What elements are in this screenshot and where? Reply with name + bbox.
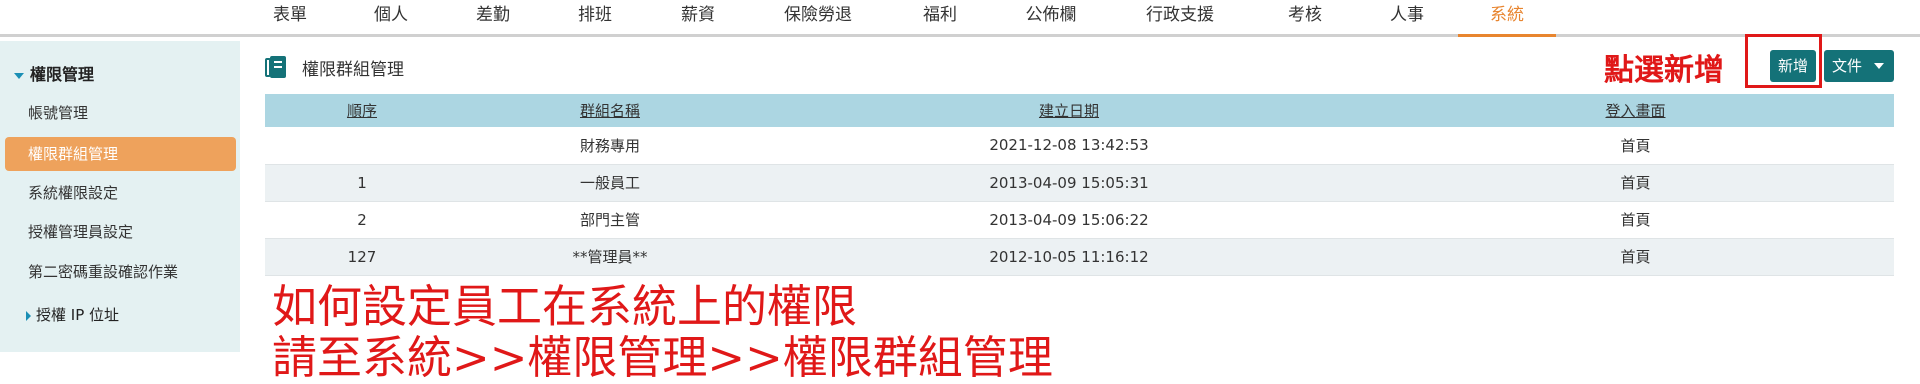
cell-order xyxy=(265,127,459,165)
nav-item-shift[interactable]: 排班 xyxy=(573,0,617,34)
column-header-group-name[interactable]: 群組名稱 xyxy=(459,94,761,127)
sidebar-section-permission[interactable]: 權限管理 xyxy=(14,61,94,85)
page-title: 權限群組管理 xyxy=(302,60,404,80)
nav-item-welfare[interactable]: 福利 xyxy=(918,0,962,34)
sidebar-item-accounts[interactable]: 帳號管理 xyxy=(0,96,240,130)
sidebar-item-permission-groups[interactable]: 權限群組管理 xyxy=(5,137,236,171)
cell-group-name: 財務專用 xyxy=(459,127,761,165)
cell-created-date: 2013-04-09 15:06:22 xyxy=(761,201,1377,239)
table-row[interactable]: 1 一般員工 2013-04-09 15:05:31 首頁 xyxy=(265,164,1894,202)
permission-groups-table: 順序 群組名稱 建立日期 登入畫面 財務專用 2021-12-08 13:42:… xyxy=(265,94,1894,276)
annotation-instruction-line1: 如何設定員工在系統上的權限 xyxy=(272,280,858,333)
sidebar: 權限管理 帳號管理 權限群組管理 系統權限設定 授權管理員設定 第二密碼重設確認… xyxy=(0,41,240,352)
cell-order: 127 xyxy=(265,238,459,276)
column-header-created-date[interactable]: 建立日期 xyxy=(761,94,1377,127)
nav-item-insurance[interactable]: 保險勞退 xyxy=(778,0,858,34)
cell-created-date: 2012-10-05 11:16:12 xyxy=(761,238,1377,276)
nav-item-salary[interactable]: 薪資 xyxy=(676,0,720,34)
cell-login-page: 首頁 xyxy=(1377,164,1894,202)
cell-group-name: 一般員工 xyxy=(459,164,761,202)
document-button-label: 文件 xyxy=(1832,57,1863,75)
caret-down-icon xyxy=(14,72,24,79)
sidebar-item-system-permissions[interactable]: 系統權限設定 xyxy=(0,176,240,210)
column-header-order[interactable]: 順序 xyxy=(265,94,459,127)
nav-item-system[interactable]: 系統 xyxy=(1485,0,1529,34)
table-row[interactable]: 財務專用 2021-12-08 13:42:53 首頁 xyxy=(265,127,1894,165)
cell-created-date: 2021-12-08 13:42:53 xyxy=(761,127,1377,165)
table-row[interactable]: 127 **管理員** 2012-10-05 11:16:12 首頁 xyxy=(265,238,1894,276)
sidebar-item-admin-settings[interactable]: 授權管理員設定 xyxy=(0,215,240,249)
nav-item-personal[interactable]: 個人 xyxy=(369,0,413,34)
nav-item-admin-support[interactable]: 行政支援 xyxy=(1140,0,1220,34)
cell-order: 2 xyxy=(265,201,459,239)
sidebar-section-label: 權限管理 xyxy=(30,65,95,84)
sidebar-item-ip[interactable]: 授權 IP 位址 xyxy=(26,304,119,325)
cell-group-name: **管理員** xyxy=(459,238,761,276)
nav-item-evaluation[interactable]: 考核 xyxy=(1283,0,1327,34)
cell-created-date: 2013-04-09 15:05:31 xyxy=(761,164,1377,202)
cell-login-page: 首頁 xyxy=(1377,127,1894,165)
column-header-login-page[interactable]: 登入畫面 xyxy=(1377,94,1894,127)
table-row[interactable]: 2 部門主管 2013-04-09 15:06:22 首頁 xyxy=(265,201,1894,239)
annotation-click-add: 點選新增 xyxy=(1604,53,1724,88)
nav-item-bulletin[interactable]: 公佈欄 xyxy=(1020,0,1082,34)
book-icon xyxy=(265,56,286,78)
cell-order: 1 xyxy=(265,164,459,202)
table-header-row: 順序 群組名稱 建立日期 登入畫面 xyxy=(265,94,1894,127)
nav-item-attendance[interactable]: 差勤 xyxy=(471,0,515,34)
annotation-instruction-line2: 請至系統>>權限管理>>權限群組管理 xyxy=(272,331,1053,384)
nav-item-hr[interactable]: 人事 xyxy=(1385,0,1429,34)
cell-login-page: 首頁 xyxy=(1377,201,1894,239)
cell-login-page: 首頁 xyxy=(1377,238,1894,276)
top-nav: 表單 個人 差勤 排班 薪資 保險勞退 福利 公佈欄 行政支援 考核 人事 系統 xyxy=(0,0,1920,37)
cell-group-name: 部門主管 xyxy=(459,201,761,239)
caret-right-icon xyxy=(26,310,31,321)
document-dropdown-button[interactable]: 文件 xyxy=(1824,50,1894,82)
caret-down-icon xyxy=(1874,63,1884,69)
nav-active-indicator xyxy=(1458,34,1556,37)
nav-item-forms[interactable]: 表單 xyxy=(268,0,312,34)
sidebar-item-password-reset[interactable]: 第二密碼重設確認作業 xyxy=(0,255,240,289)
sidebar-ip-label: 授權 IP 位址 xyxy=(36,306,120,324)
add-button[interactable]: 新增 xyxy=(1770,50,1816,82)
